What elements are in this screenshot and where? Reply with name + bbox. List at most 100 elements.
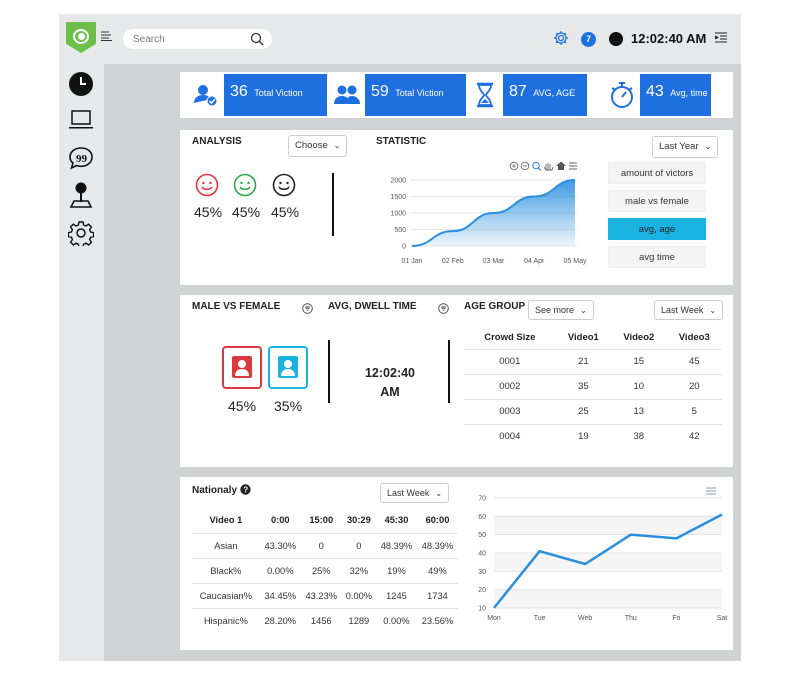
table-cell: 48.39%: [416, 532, 458, 558]
search-input[interactable]: [133, 31, 243, 47]
table-row[interactable]: Asian 43.30% 0 0 48.39% 48.39%: [192, 532, 458, 558]
table-cell: 21: [555, 348, 612, 374]
menu-icon[interactable]: [714, 32, 728, 46]
search-box: [123, 29, 272, 49]
stat-value: 36: [230, 83, 248, 100]
x-tick-label: Sat: [717, 615, 728, 622]
chart-toolbar: [509, 161, 577, 171]
clock-icon[interactable]: [67, 70, 95, 98]
table-cell: 0.00%: [341, 582, 376, 608]
stat-label: AVG, AGE: [533, 88, 576, 98]
statistic-dropdown[interactable]: Last Year ⌄: [652, 136, 719, 158]
demographics-panel: MALE VS FEMALE AVG, DWELL TIME 45% 35% 1…: [180, 295, 733, 467]
y-tick-label: 10: [478, 606, 486, 613]
joystick-icon[interactable]: [67, 181, 95, 209]
search-icon[interactable]: [250, 32, 264, 51]
table-cell: 34.45%: [259, 582, 301, 608]
smile-black-icon: [272, 173, 296, 202]
table-row[interactable]: 0002 35 10 20: [464, 373, 722, 399]
stat-box: 87 AVG, AGE: [503, 74, 587, 116]
see-more-dropdown[interactable]: See more ⌄: [528, 300, 594, 320]
dwell-time-value: 12:02:40: [364, 366, 416, 380]
stat-card-avg-age: 87 AVG, AGE: [466, 74, 596, 116]
dwell-time-period: AM: [380, 385, 400, 399]
chevron-down-icon: ⌄: [709, 306, 717, 315]
age-group-title: AGE GROUP: [464, 301, 526, 312]
chat-icon[interactable]: 99: [67, 144, 95, 172]
table-cell: 1289: [341, 607, 376, 633]
menu-toggle-icon[interactable]: [101, 30, 113, 44]
y-tick-label: 20: [478, 587, 486, 594]
table-cell: 0003: [464, 398, 556, 424]
dropdown-value: Choose: [295, 140, 328, 151]
logo[interactable]: [66, 22, 96, 53]
table-row[interactable]: Hispanic% 28.20% 1456 1289 0.00% 23.56%: [192, 607, 458, 633]
clock-display: 12:02:40 AM: [631, 31, 707, 46]
statistic-option[interactable]: avg, age: [608, 218, 706, 240]
stats-panel: 36 Total Viction 59 Total Viction 87 AVG…: [180, 72, 733, 118]
statistic-area-chart: 0 500 1000 1500 2000 01 Jan 02 Feb 03 Mar 04 Ap…: [390, 161, 587, 265]
y-tick-label: 1000: [390, 211, 406, 218]
x-tick-label: Fri: [672, 615, 681, 622]
statistic-option[interactable]: amount of victors: [608, 162, 706, 184]
help-icon[interactable]: ?: [240, 484, 251, 495]
x-tick-label: 02 Feb: [442, 258, 464, 265]
grid-band: [494, 589, 722, 608]
gender-percent: 35%: [274, 398, 303, 414]
table-cell: 48.39%: [376, 532, 417, 558]
analysis-panel: ANALYSIS Choose ⌄ 45% 45% 45% STATISTIC: [180, 130, 733, 285]
table-row[interactable]: 0004 19 38 42: [464, 423, 722, 449]
chevron-down-icon: ⌄: [580, 306, 587, 315]
chevron-down-icon: ⌄: [333, 141, 341, 150]
sidebar: 99: [59, 64, 103, 661]
laptop-icon[interactable]: [67, 106, 95, 134]
divider: [328, 340, 330, 403]
user-check-icon: [187, 74, 224, 116]
filter-icon[interactable]: [302, 301, 313, 319]
table-cell: 0001: [464, 348, 556, 374]
table-cell: 0: [341, 532, 376, 558]
table-cell: 0.00%: [376, 607, 417, 633]
users-icon: [328, 74, 365, 116]
grid-band: [494, 553, 722, 572]
table-cell: 10: [611, 373, 667, 399]
table-cell: 19%: [376, 557, 417, 583]
y-tick-label: 1500: [390, 194, 406, 201]
divider: [332, 173, 334, 236]
dwell-time: 12:02:40 AM: [360, 364, 420, 402]
table-cell: 23.56%: [416, 607, 458, 633]
mood-percent: 45%: [194, 204, 223, 220]
top-bar: 7 12:02:40 AM: [59, 14, 741, 64]
settings-gear-icon[interactable]: [553, 30, 569, 51]
statistic-option[interactable]: male vs female: [608, 190, 706, 212]
statistic-option[interactable]: avg time: [608, 246, 706, 268]
age-group-table: Crowd Size Video1 Video2 Video3 0001 21 15 45 0…: [464, 326, 722, 449]
gender-percent: 45%: [228, 398, 257, 414]
analysis-dropdown[interactable]: Choose ⌄: [288, 135, 348, 157]
nationality-title-text: Nationaly: [192, 485, 238, 496]
gear-icon[interactable]: [67, 219, 95, 247]
dropdown-value: Last Week: [661, 305, 704, 315]
chart-menu-icon[interactable]: [706, 487, 716, 495]
hourglass-icon: [466, 74, 503, 116]
age-group-dropdown[interactable]: Last Week ⌄: [654, 300, 724, 320]
nationality-dropdown[interactable]: Last Week ⌄: [380, 483, 450, 503]
y-tick-label: 60: [478, 514, 486, 521]
nationality-panel: Nationaly ? Last Week ⌄ Video 1 0:00 15:00 3…: [180, 477, 733, 650]
table-cell: 20: [666, 373, 722, 399]
table-row[interactable]: 0001 21 15 45: [464, 348, 722, 374]
table-cell: 35: [555, 373, 612, 399]
dwell-title: AVG, DWELL TIME: [328, 301, 417, 312]
column-header: 0:00: [270, 514, 290, 525]
table-row[interactable]: 0003 25 13 5: [464, 398, 722, 424]
filter-icon[interactable]: [438, 301, 449, 319]
y-tick-label: 40: [478, 551, 486, 558]
table-cell: 25: [555, 398, 612, 424]
table-cell: 0002: [464, 373, 556, 399]
table-cell: 28.20%: [259, 607, 301, 633]
table-row[interactable]: Caucasian% 34.45% 43.23% 0.00% 1245 1734: [192, 582, 458, 608]
table-cell: Hispanic%: [192, 607, 260, 633]
notification-badge[interactable]: 7: [581, 32, 596, 47]
stat-label: Total Viction: [254, 88, 303, 98]
table-row[interactable]: Black% 0.00% 25% 32% 19% 49%: [192, 557, 458, 583]
